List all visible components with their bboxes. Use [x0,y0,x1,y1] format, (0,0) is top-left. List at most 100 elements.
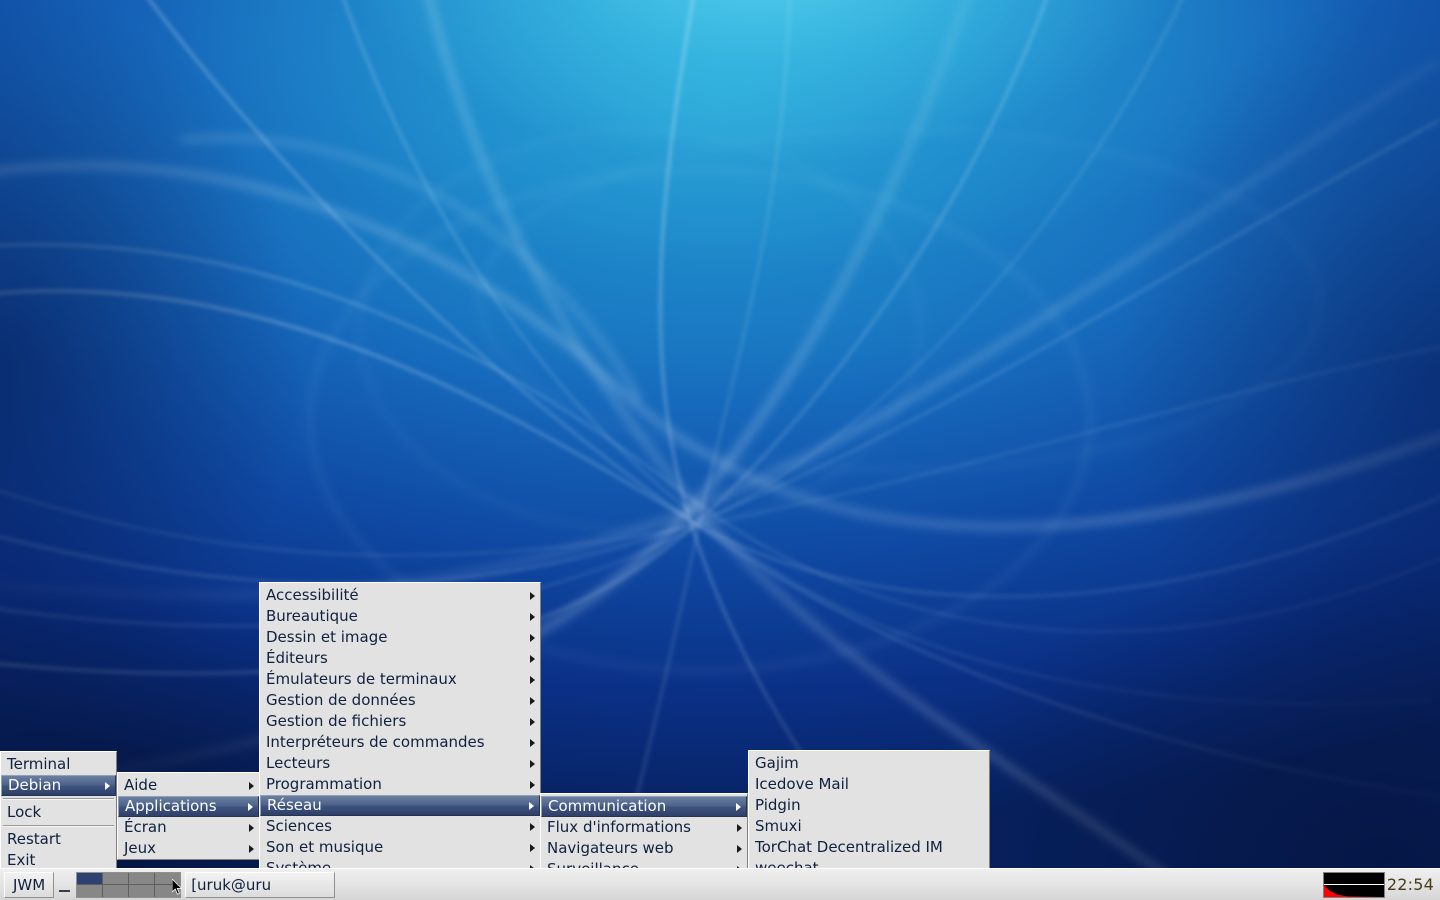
pager-cell-7[interactable] [129,885,155,897]
menu-item-lecteurs[interactable]: Lecteurs [260,753,540,774]
menu-item-label: Interpréteurs de commandes [266,733,485,751]
desktop-pager[interactable] [76,871,182,898]
menu-item-accessibilite[interactable]: Accessibilité [260,585,540,606]
submenu-arrow-icon [530,780,535,789]
submenu-arrow-icon [530,843,535,852]
submenu-arrow-icon [737,844,742,853]
menu-item-emulateurs-de-terminaux[interactable]: Émulateurs de terminaux [260,669,540,690]
menu-item-label: Écran [124,818,167,836]
menu-item-label: Émulateurs de terminaux [266,670,457,688]
jwm-menu-button-label: JWM [13,875,46,894]
menu-item-label: Flux d'informations [547,818,691,836]
submenu-arrow-icon [249,781,254,790]
menu-item-label: Gestion de données [266,691,416,709]
menu-item-editeurs[interactable]: Éditeurs [260,648,540,669]
menu-item-aide[interactable]: Aide [118,775,259,796]
pager-cell-3[interactable] [129,872,155,884]
menu-item-label: Debian [8,776,62,794]
menu-item-debian[interactable]: Debian [1,775,116,796]
menu-item-label: Lecteurs [266,754,331,772]
menu-item-label: Sciences [266,817,332,835]
menu-item-navigateurs-web[interactable]: Navigateurs web [541,838,747,859]
menu-item-label: Applications [125,797,217,815]
menu-item-dessin-et-image[interactable]: Dessin et image [260,627,540,648]
menu-item-torchat-decentralized-im[interactable]: TorChat Decentralized IM [749,837,989,858]
menu-item-reseau[interactable]: Réseau [260,795,540,816]
submenu-arrow-icon [105,781,110,790]
taskbar-window-button[interactable]: [uruk@uru [185,871,336,898]
menu-item-gajim[interactable]: Gajim [749,753,989,774]
submenu-arrow-icon [530,759,535,768]
submenu-arrow-icon [530,612,535,621]
submenu-arrow-icon [249,844,254,853]
menu-item-ecran[interactable]: Écran [118,817,259,838]
taskbar-window-title: [uruk@uru [191,875,272,894]
menu-item-label: Exit [7,851,36,869]
menu-item-gestion-de-donnees[interactable]: Gestion de données [260,690,540,711]
submenu-arrow-icon [530,696,535,705]
pager-cell-5[interactable] [77,885,103,897]
menu-item-label: Pidgin [755,796,801,814]
submenu-arrow-icon [530,633,535,642]
menu-item-label: Son et musique [266,838,384,856]
submenu-arrow-icon [530,822,535,831]
menu-item-label: Programmation [266,775,382,793]
submenu-arrow-icon [530,738,535,747]
menu-item-sciences[interactable]: Sciences [260,816,540,837]
menu-separator [3,798,114,800]
desktop-wallpaper [0,0,1440,900]
menu-item-restart[interactable]: Restart [1,829,116,850]
pager-cell-6[interactable] [103,885,129,897]
menu-item-flux-d-informations[interactable]: Flux d'informations [541,817,747,838]
cpu-load-monitor[interactable] [1322,871,1385,898]
submenu-arrow-icon [530,591,535,600]
menu-item-label: Smuxi [755,817,802,835]
menu-item-label: Navigateurs web [547,839,674,857]
desktop-screen: Terminal Debian Lock Restart Exit Aide A… [0,0,1440,900]
menu-item-label: Dessin et image [266,628,388,646]
submenu-arrow-icon [530,654,535,663]
submenu-arrow-icon [249,823,254,832]
pager-cell-2[interactable] [103,872,129,884]
mouse-cursor [172,879,183,895]
menu-item-communication[interactable]: Communication [541,796,747,817]
debian-submenu[interactable]: Aide Applications Écran Jeux [117,772,260,860]
menu-item-bureautique[interactable]: Bureautique [260,606,540,627]
menu-item-label: Lock [7,803,42,821]
applications-submenu[interactable]: Accessibilité Bureautique Dessin et imag… [259,582,541,900]
jwm-root-menu[interactable]: Terminal Debian Lock Restart Exit [0,751,117,872]
menu-item-label: Éditeurs [266,649,328,667]
menu-item-applications[interactable]: Applications [118,796,259,817]
submenu-arrow-icon [736,802,741,811]
menu-item-programmation[interactable]: Programmation [260,774,540,795]
menu-item-jeux[interactable]: Jeux [118,838,259,859]
taskbar: JWM [uruk@uru 22:54 [0,868,1440,900]
menu-item-label: Icedove Mail [755,775,849,793]
menu-item-label: Terminal [7,755,71,773]
menu-item-gestion-de-fichiers[interactable]: Gestion de fichiers [260,711,540,732]
menu-item-label: Réseau [267,796,322,814]
menu-item-lock[interactable]: Lock [1,802,116,823]
menu-item-label: Communication [548,797,667,815]
submenu-arrow-icon [530,675,535,684]
taskbar-clock[interactable]: 22:54 [1387,875,1434,894]
menu-item-label: Restart [7,830,61,848]
menu-item-label: Gestion de fichiers [266,712,407,730]
minimize-icon[interactable] [56,872,74,898]
menu-item-son-et-musique[interactable]: Son et musique [260,837,540,858]
pager-cell-1[interactable] [77,872,103,884]
menu-item-label: TorChat Decentralized IM [755,838,943,856]
menu-item-label: Accessibilité [266,586,359,604]
menu-item-smuxi[interactable]: Smuxi [749,816,989,837]
menu-item-label: Bureautique [266,607,358,625]
submenu-arrow-icon [248,802,253,811]
jwm-menu-button[interactable]: JWM [4,871,55,898]
submenu-arrow-icon [529,801,534,810]
menu-item-icedove-mail[interactable]: Icedove Mail [749,774,989,795]
menu-item-label: Jeux [124,839,157,857]
menu-item-label: Aide [124,776,158,794]
menu-item-pidgin[interactable]: Pidgin [749,795,989,816]
menu-item-interpreteurs-de-commandes[interactable]: Interpréteurs de commandes [260,732,540,753]
menu-item-label: Gajim [755,754,799,772]
menu-item-terminal[interactable]: Terminal [1,754,116,775]
